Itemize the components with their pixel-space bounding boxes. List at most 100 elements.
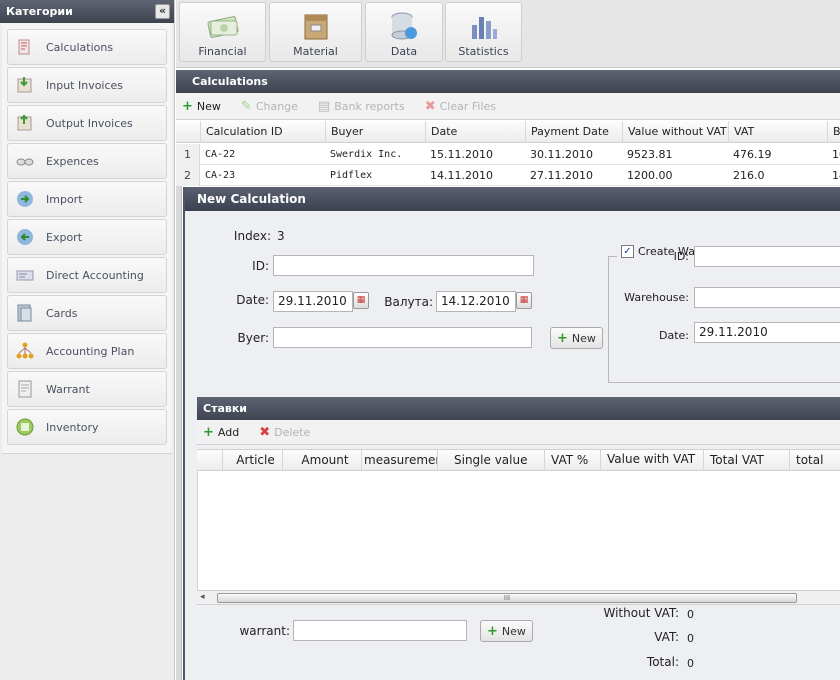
add-button[interactable]: + Add — [203, 425, 239, 440]
sidebar-item-calculations[interactable]: Calculations — [7, 29, 167, 65]
calculations-panel-title: Calculations — [176, 70, 840, 93]
column-header-vat[interactable]: VAT — [728, 121, 827, 143]
column-header-payment-date[interactable]: Payment Date — [525, 121, 622, 143]
new-label: New — [196, 99, 221, 113]
new-label: New — [501, 624, 526, 638]
sidebar-item-expences[interactable]: Expences — [7, 143, 167, 179]
database-icon — [387, 9, 421, 43]
warrant-field[interactable] — [293, 620, 467, 641]
new-warrant-button[interactable]: + New — [480, 620, 533, 642]
sidebar-item-warrant[interactable]: Warrant — [7, 371, 167, 407]
scrollbar-thumb[interactable]: III — [217, 593, 797, 603]
material-button[interactable]: Material — [269, 2, 362, 62]
export-icon — [14, 226, 36, 248]
row-number: 2 — [176, 165, 200, 186]
financial-button[interactable]: Financial — [179, 2, 266, 62]
cell-date: 14.11.2010 — [430, 169, 493, 182]
sidebar-list: Calculations Input Invoices Output Invoi… — [2, 23, 172, 454]
calculator-icon — [14, 36, 36, 58]
new-buyer-button[interactable]: + New — [550, 327, 603, 349]
bank-reports-label: Bank reports — [334, 99, 405, 113]
cell-value-without-vat: 9523.81 — [627, 148, 673, 161]
statistics-button[interactable]: Statistics — [445, 2, 522, 62]
new-label: New — [571, 331, 596, 345]
column-header-date[interactable]: Date — [425, 121, 525, 143]
sidebar-item-input-invoices[interactable]: Input Invoices — [7, 67, 167, 103]
column-header-value-without-vat[interactable]: Value without VAT — [622, 121, 728, 143]
delete-label: Delete — [274, 425, 311, 439]
column-header-amount[interactable]: Amount — [282, 450, 361, 471]
column-header-total[interactable]: total — [789, 450, 840, 471]
vat-label: VAT: — [654, 630, 679, 644]
wh-date-field[interactable]: 29.11.2010 — [694, 322, 840, 343]
column-header-total-vat[interactable]: Total VAT — [703, 450, 789, 471]
statistics-icon — [467, 9, 501, 43]
sidebar-item-label: Direct Accounting — [46, 268, 144, 282]
warehouse-fieldset — [608, 256, 840, 383]
column-header-single-value[interactable]: Single value — [437, 450, 544, 471]
column-header-vat-percent[interactable]: VAT % — [544, 450, 600, 471]
id-field[interactable] — [273, 255, 534, 276]
without-vat-label: Without VAT: — [603, 606, 680, 620]
cell-calculation-id: CA-23 — [205, 170, 236, 181]
import-icon — [14, 188, 36, 210]
cell-buyer: Swerdix Inc. — [330, 149, 403, 160]
horizontal-scrollbar[interactable]: ◂ III — [197, 590, 840, 605]
bank-reports-button[interactable]: ▤ Bank reports — [318, 99, 405, 114]
cell-vat: 216.0 — [733, 169, 765, 182]
calendar-icon[interactable]: ▦ — [353, 292, 369, 309]
sidebar-item-cards[interactable]: Cards — [7, 295, 167, 331]
sidebar-item-inventory[interactable]: Inventory — [7, 409, 167, 445]
column-header-measurement[interactable]: measurement — [361, 450, 437, 471]
sidebar-item-import[interactable]: Import — [7, 181, 167, 217]
column-header-calculation-id[interactable]: Calculation ID — [200, 121, 325, 143]
sidebar-header: Категории « — [0, 0, 174, 23]
sidebar-item-label: Cards — [46, 306, 78, 320]
main-toolbar: Financial Material Data Statistics — [176, 0, 840, 68]
column-header-article[interactable]: Article — [222, 450, 282, 471]
pencil-icon: ✎ — [240, 98, 252, 114]
wh-id-label: ID: — [673, 250, 689, 263]
column-header-value-with-vat[interactable]: Value with VAT — [600, 450, 703, 471]
sidebar-item-export[interactable]: Export — [7, 219, 167, 255]
sidebar-item-accounting-plan[interactable]: Accounting Plan — [7, 333, 167, 369]
cell-payment-date: 30.11.2010 — [530, 148, 593, 161]
stavki-grid-header: Article Amount measurement Single value … — [197, 449, 840, 471]
data-button[interactable]: Data — [365, 2, 443, 62]
sidebar-item-direct-accounting[interactable]: Direct Accounting — [7, 257, 167, 293]
new-calculation-button[interactable]: + New — [182, 99, 221, 114]
byer-field[interactable] — [273, 327, 532, 348]
column-header-br[interactable]: Br — [827, 121, 840, 143]
sidebar-item-label: Import — [46, 192, 83, 206]
sidebar-item-label: Output Invoices — [46, 116, 133, 130]
calendar-icon[interactable]: ▦ — [516, 292, 532, 309]
inventory-icon — [14, 416, 36, 438]
categories-sidebar: Категории « Calculations Input Invoices … — [0, 0, 175, 680]
clear-files-button[interactable]: ✖ Clear Files — [425, 99, 496, 114]
byer-label: Byer: — [237, 331, 269, 345]
vertical-splitter[interactable] — [176, 186, 182, 680]
total-value: 0 — [687, 657, 694, 670]
plus-icon: + — [203, 424, 214, 440]
warehouse-label: Warehouse: — [624, 291, 689, 304]
wh-date-label: Date: — [659, 329, 689, 342]
delete-button[interactable]: ✖ Delete — [259, 425, 310, 440]
sidebar-item-output-invoices[interactable]: Output Invoices — [7, 105, 167, 141]
hierarchy-icon — [14, 340, 36, 362]
cards-icon — [14, 302, 36, 324]
valuta-date-field[interactable]: 14.12.2010 — [436, 291, 516, 312]
table-row[interactable]: 2 CA-23 Pidflex 14.11.2010 27.11.2010 12… — [176, 165, 840, 186]
change-button[interactable]: ✎ Change — [241, 99, 298, 114]
data-label: Data — [390, 45, 418, 58]
column-header-buyer[interactable]: Buyer — [325, 121, 425, 143]
date-field[interactable]: 29.11.2010 — [273, 291, 353, 312]
index-value: 3 — [277, 229, 285, 243]
cell-vat: 476.19 — [733, 148, 772, 161]
scroll-left-icon[interactable]: ◂ — [200, 592, 205, 602]
cell-br: 14 — [832, 169, 840, 182]
collapse-icon[interactable]: « — [155, 4, 170, 19]
warehouse-field[interactable] — [694, 287, 840, 308]
direct-accounting-icon — [14, 264, 36, 286]
table-row[interactable]: 1 CA-22 Swerdix Inc. 15.11.2010 30.11.20… — [176, 144, 840, 165]
wh-id-field[interactable] — [694, 246, 840, 267]
